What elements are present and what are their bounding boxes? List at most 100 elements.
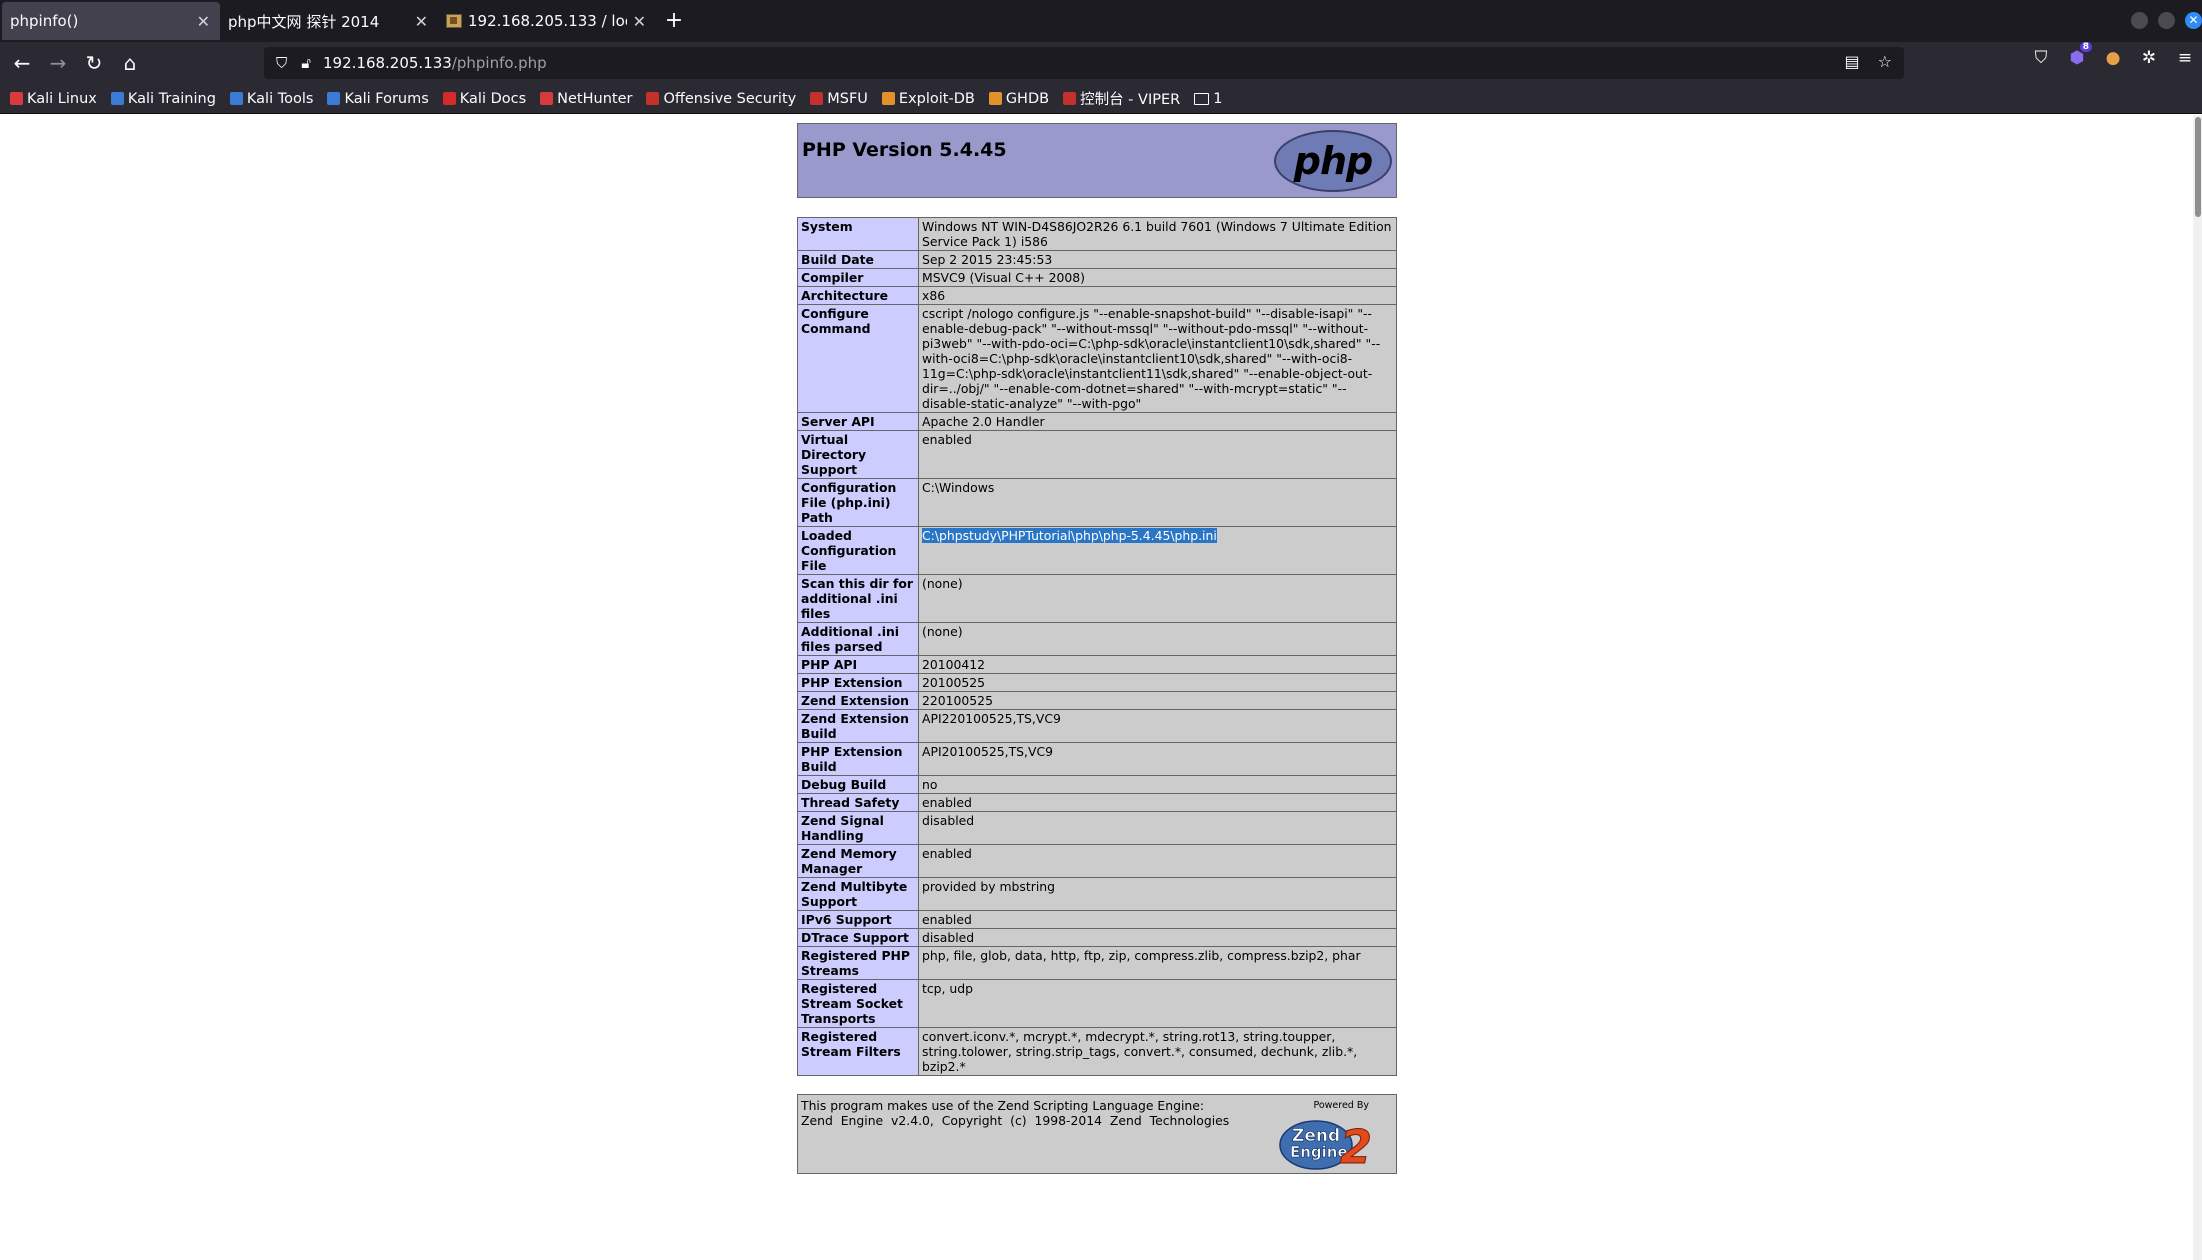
maximize-button[interactable] [2158,12,2175,29]
bookmark-item[interactable]: Kali Tools [229,91,313,107]
row-key: Architecture [797,286,919,305]
selected-value-text: C:\phpstudy\PHPTutorial\php\php-5.4.45\p… [922,528,1217,543]
bookmark-favicon-icon [646,92,660,105]
table-row: Build Date Sep 2 2015 23:45:53 [797,250,1397,269]
row-key: PHP API [797,655,919,674]
row-value: 220100525 [922,693,993,708]
row-value: API220100525,TS,VC9 [922,711,1061,726]
shield-icon[interactable]: ⛉ [276,54,287,72]
table-row: Registered Stream Filters convert.iconv.*… [797,1027,1397,1076]
row-value-cell: 20100412 [918,655,1397,674]
new-tab-button[interactable]: + [656,0,692,40]
row-key: Additional .ini files parsed [797,622,919,656]
home-button[interactable]: ⌂ [112,45,148,81]
bookmark-item[interactable]: Kali Training [110,91,216,107]
page-scrollbar[interactable] [2193,115,2202,1260]
tab-phpinfo[interactable]: phpinfo() ✕ [2,2,220,40]
row-value-cell: C:\phpstudy\PHPTutorial\php\php-5.4.45\p… [918,526,1397,575]
row-key: PHP Extension Build [797,742,919,776]
bookmark-favicon-icon [10,92,23,105]
forward-button[interactable]: → [40,45,76,81]
footer-text-line2: Zend Engine v2.4.0, Copyright (c) 1998-2… [801,1113,1230,1128]
bookmark-item[interactable]: Kali Forums [327,91,429,107]
table-row: Scan this dir for additional .ini files(… [797,574,1397,623]
close-icon[interactable]: ✕ [415,12,428,31]
php-header: PHP Version 5.4.45 php [797,123,1397,198]
table-row: Thread Safety enabled [797,793,1397,812]
bookmark-item[interactable]: Kali Linux [10,91,97,107]
php-logo[interactable]: php [1274,130,1392,192]
table-row: IPv6 Support enabled [797,910,1397,929]
close-icon[interactable]: ✕ [197,12,210,31]
close-window-button[interactable]: ✕ [2185,12,2202,29]
row-value: enabled [922,912,972,927]
reload-button[interactable]: ↻ [76,45,112,81]
table-row: Configuration File (php.ini) Path C:\Wind… [797,478,1397,527]
row-key: Zend Extension Build [797,709,919,743]
bookmark-item[interactable]: MSFU [810,91,868,107]
row-value-cell: (none) [918,574,1397,623]
pocket-icon[interactable]: ⛉ [2030,48,2052,68]
scrollbar-thumb[interactable] [2195,117,2201,217]
minimize-button[interactable] [2131,12,2148,29]
bookmark-label: Kali Linux [27,90,97,107]
row-value: x86 [922,288,946,303]
table-row: Zend Signal Handling disabled [797,811,1397,845]
row-value: 20100525 [922,675,986,690]
row-key: System [797,217,919,251]
bookmark-label: NetHunter [557,90,633,107]
lock-insecure-icon[interactable]: 🔓︎ [301,54,311,72]
row-value: Sep 2 2015 23:45:53 [922,252,1053,267]
zend-logo-text2: Engine [1290,1143,1348,1161]
row-value-cell: disabled [918,811,1397,845]
row-key: Zend Extension [797,691,919,710]
extensions-puzzle-icon[interactable]: ✲ [2138,48,2160,68]
row-value: (none) [922,624,963,639]
url-path: /phpinfo.php [451,54,547,72]
tab-phpmyadmin[interactable]: 192.168.205.133 / localhos ✕ [438,2,656,40]
cookie-extension-icon[interactable]: ● [2102,48,2124,68]
extension-badge: 8 [2079,42,2092,52]
table-row: Configure Command cscript /nologo configu… [797,304,1397,413]
url-bar[interactable]: ⛉ 🔓︎ 192.168.205.133/phpinfo.php ▤ ☆ [264,47,1904,79]
row-value-cell: enabled [918,910,1397,929]
row-value-cell: enabled [918,793,1397,812]
reader-view-icon[interactable]: ▤ [1845,52,1860,71]
bookmark-star-icon[interactable]: ☆ [1878,52,1892,71]
bookmark-favicon-icon [881,92,895,105]
row-value-cell: Apache 2.0 Handler [918,412,1397,431]
bookmark-item[interactable]: NetHunter [540,91,632,107]
bookmark-item[interactable]: 控制台 - VIPER [1063,88,1180,109]
row-value-cell: API220100525,TS,VC9 [918,709,1397,743]
tab-php-probe[interactable]: php中文网 探针 2014 ✕ [220,2,438,40]
row-value: API20100525,TS,VC9 [922,744,1053,759]
bookmark-label: Offensive Security [663,90,797,107]
table-row: Registered PHP Streams php, file, glob, d… [797,946,1397,980]
close-icon[interactable]: ✕ [633,12,646,31]
row-value-cell: 20100525 [918,673,1397,692]
bookmark-item[interactable]: Kali Docs [442,91,526,107]
bookmark-item[interactable]: Exploit-DB [881,90,975,107]
row-value-cell: (none) [918,622,1397,656]
zend-engine-logo[interactable]: Zend Engine 2 [1276,1109,1392,1171]
row-key: Zend Signal Handling [797,811,919,845]
bookmark-item[interactable]: 1 [1194,91,1222,107]
menu-hamburger-icon[interactable]: ≡ [2174,48,2196,68]
row-value-cell: cscript /nologo configure.js "--enable-s… [918,304,1397,413]
bookmark-favicon-icon [327,92,341,105]
bookmark-label: Exploit-DB [898,90,975,107]
row-value: (none) [922,576,963,591]
bookmark-label: 1 [1213,90,1223,107]
bookmark-item[interactable]: GHDB [988,91,1049,107]
bookmark-item[interactable]: Offensive Security [646,91,796,107]
bookmark-favicon-icon [540,92,554,105]
back-button[interactable]: ← [4,45,40,81]
extension-icon[interactable]: ⬢ 8 [2066,42,2092,68]
footer-text-line1: This program makes use of the Zend Scrip… [801,1098,1205,1113]
row-value: 20100412 [922,657,986,672]
row-value-cell: no [918,775,1397,794]
php-info-table: System Windows NT WIN-D4S86JO2R26 6.1 bui… [797,217,1397,1076]
bookmark-label: MSFU [827,90,868,107]
page-title: PHP Version 5.4.45 [802,139,1007,161]
bookmark-favicon-icon [810,92,824,105]
